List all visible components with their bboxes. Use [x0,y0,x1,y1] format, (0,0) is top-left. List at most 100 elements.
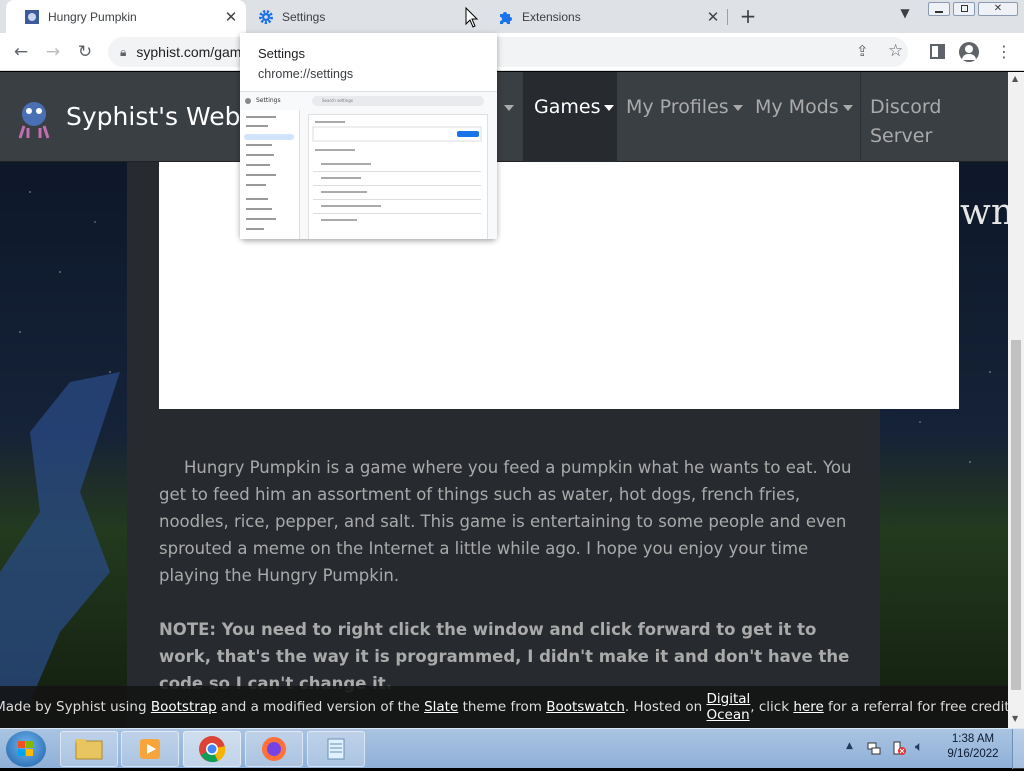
tab-title: Extensions [522,9,581,24]
pumpkin-favicon-icon [24,9,40,25]
windows-taskbar: ▲ 🔈︎ 1:38 AM 9/16/2022 [0,728,1024,769]
referral-link[interactable]: here [793,699,823,715]
thumb-sidebar [240,110,300,239]
digital-ocean-link[interactable]: Digital Ocean [706,691,750,723]
nav-label-line2: Server [870,125,933,147]
tab-extensions[interactable]: Extensions ✕ [480,0,728,33]
background-figure [0,372,120,712]
slate-link[interactable]: Slate [424,699,458,715]
tab-hungry-pumpkin[interactable]: Hungry Pumpkin ✕ [6,0,246,33]
minimize-button[interactable] [928,2,950,16]
back-arrow-icon[interactable]: ← [6,33,36,71]
clock[interactable]: 1:38 AM 9/16/2022 [940,733,1006,760]
mouse-cursor-icon [465,7,479,28]
footer-text: , click [750,699,794,715]
close-window-button[interactable]: ✕ [978,2,1018,16]
chevron-down-icon [604,104,615,111]
nav-my-profiles-dropdown[interactable]: My Profiles [617,72,745,162]
new-tab-button[interactable]: + [736,4,760,28]
thumb-sidebar-lines [244,116,294,230]
hover-card-url: chrome://settings [258,67,354,81]
bookmark-star-icon[interactable]: ☆ [888,41,903,61]
settings-thumbnail: Settings Search settings [240,91,497,239]
address-bar[interactable]: 🔒︎ syphist.com/gam ⇪ ☆ [108,37,908,67]
scrollbar-thumb[interactable] [1011,340,1021,690]
bootswatch-link[interactable]: Bootswatch [546,699,625,715]
media-player-icon [140,739,160,759]
hover-card-title: Settings [258,46,305,61]
tab-strip: Hungry Pumpkin ✕ Settings Extensions ✕ +… [0,0,1024,33]
folder-icon [75,739,103,760]
chrome-taskbar-button[interactable] [183,731,241,767]
site-footer: Made by Syphist using Bootstrap and a mo… [0,686,1008,728]
share-icon[interactable]: ⇪ [856,42,869,60]
network-icon[interactable] [866,740,882,756]
site-brand[interactable]: Syphist's Websi [66,102,260,131]
chevron-down-icon [732,104,743,111]
nav-my-mods-dropdown[interactable]: My Mods [745,72,860,162]
volume-icon[interactable]: 🔈︎ [915,739,923,755]
tab-separator [727,9,728,25]
nav-games-dropdown[interactable]: Games [523,72,617,162]
tab-title: Hungry Pumpkin [48,9,137,24]
scroll-down-icon[interactable]: ▼ [1012,714,1018,723]
tab-settings[interactable]: Settings [240,0,482,33]
game-note: NOTE: You need to right click the window… [159,620,850,693]
show-desktop-button[interactable] [1012,729,1024,769]
thumb-search: Search settings [312,96,484,106]
puzzle-piece-icon [498,9,514,25]
tab-title: Settings [282,9,326,24]
nav-label: My Profiles [626,96,729,118]
footer-text: and a modified version of the [216,699,425,715]
side-panel-icon[interactable] [930,44,945,59]
forward-arrow-icon[interactable]: → [38,33,68,71]
firefox-icon [262,737,286,761]
footer-text: for a referral for free credit. [823,699,1008,715]
close-tab-icon[interactable]: ✕ [704,8,722,26]
clock-time: 1:38 AM [951,733,995,745]
footer-text: Made by Syphist using [0,699,151,715]
lock-icon: 🔒︎ [120,44,127,59]
start-button[interactable] [6,731,46,767]
site-navbar: Syphist's Websi Games My Profiles My Mod… [0,72,1008,162]
notepad-taskbar-button[interactable] [307,731,365,767]
profile-avatar-icon[interactable] [959,42,979,62]
media-player-taskbar-button[interactable] [121,731,179,767]
tab-hover-card: Settings chrome://settings Settings Sear… [240,33,497,239]
tab-search-icon[interactable]: ▼ [896,6,914,24]
web-page: wn Syphist's Websi Games My Profiles My … [0,72,1008,728]
clock-date: 9/16/2022 [947,748,999,760]
site-logo-icon [18,102,50,139]
game-description: Hungry Pumpkin is a game where you feed … [159,454,859,589]
url-text: syphist.com/gam [136,44,242,60]
thumb-main-panel [308,114,488,239]
nav-label-line1: Discord [870,96,942,118]
bootstrap-link[interactable]: Bootstrap [151,699,217,715]
windows-logo-icon [18,741,33,756]
gear-icon [258,9,274,25]
file-explorer-taskbar-button[interactable] [60,731,118,767]
browser-toolbar: ← → ↻ 🔒︎ syphist.com/gam ⇪ ☆ ⋮ [0,33,1024,71]
thumb-title: Settings [256,97,281,104]
footer-text: theme from [458,699,547,715]
notepad-icon [327,738,345,760]
description-text: Hungry Pumpkin is a game where you feed … [159,458,852,585]
action-center-icon[interactable] [891,740,907,756]
nav-label: My Mods [755,96,839,118]
chevron-down-icon [842,104,853,111]
scroll-up-icon[interactable]: ▲ [1012,74,1018,83]
nav-discord-server-link[interactable]: Discord Server [860,72,1008,162]
more-menu-icon[interactable]: ⋮ [996,42,1012,62]
reload-icon[interactable]: ↻ [70,33,100,71]
firefox-taskbar-button[interactable] [245,731,303,767]
show-hidden-icons-icon[interactable]: ▲ [846,741,853,751]
main-content: Hungry Pumpkin is a game where you feed … [127,162,959,728]
close-tab-icon[interactable]: ✕ [222,8,240,26]
chrome-icon [199,736,226,763]
nav-label: Games [534,96,601,118]
thumb-main-lines [312,121,482,221]
background-text-fragment: wn [960,192,1008,233]
maximize-button[interactable] [953,2,975,16]
nav-dropdown-partial[interactable] [500,72,522,162]
page-scrollbar[interactable]: ▲ ▼ [1008,72,1024,728]
